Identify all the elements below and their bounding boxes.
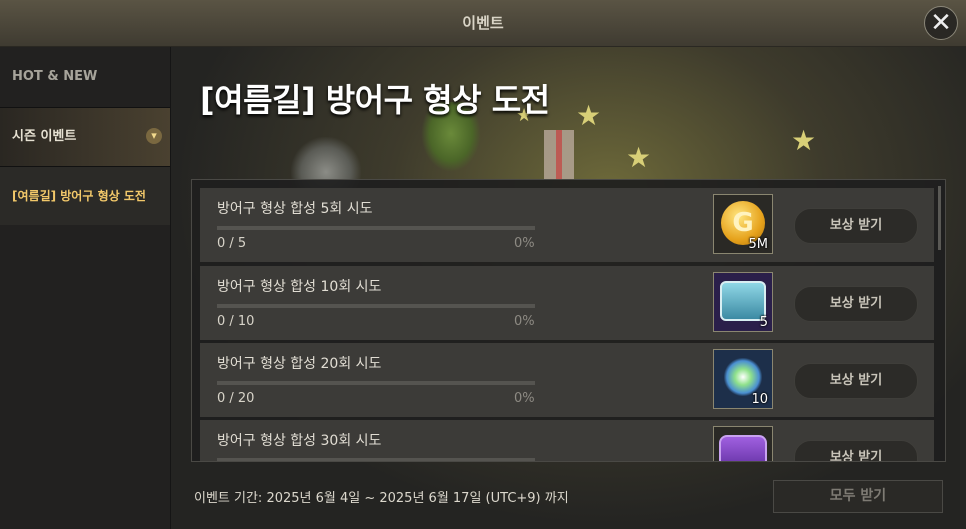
sidebar-item-hot-new[interactable]: HOT & NEW <box>0 47 170 108</box>
mission-name: 방어구 형상 합성 5회 시도 <box>217 201 373 217</box>
sidebar: HOT & NEW 시즌 이벤트 ▾ [여름길] 방어구 형상 도전 <box>0 47 171 529</box>
scrollbar[interactable] <box>938 186 941 250</box>
reward-quantity: 10 <box>751 392 768 407</box>
mission-row: 방어구 형상 합성 10회 시도 0 / 10 0% 5 보상 받기 <box>200 266 934 340</box>
mission-row: 방어구 형상 합성 30회 시도 보상 받기 <box>200 420 934 461</box>
sidebar-item-season-event[interactable]: 시즌 이벤트 ▾ <box>0 108 170 167</box>
event-panel: ★ ★ ★ ★ [여름길] 방어구 형상 도전 방어구 형상 합성 5회 시도 … <box>171 47 966 529</box>
banner-gift <box>544 130 574 180</box>
claim-reward-button[interactable]: 보상 받기 <box>794 363 918 399</box>
progress-bar <box>217 304 535 308</box>
progress-bar <box>217 458 535 461</box>
progress-percent: 0% <box>514 391 535 406</box>
claim-reward-button[interactable]: 보상 받기 <box>794 286 918 322</box>
event-period: 이벤트 기간: 2025년 6월 4일 ~ 2025년 6월 17일 (UTC+… <box>194 491 569 506</box>
star-icon: ★ <box>576 99 602 132</box>
mission-name: 방어구 형상 합성 30회 시도 <box>217 433 382 449</box>
event-title: [여름길] 방어구 형상 도전 <box>200 81 550 119</box>
reward-quantity: 5M <box>748 237 769 252</box>
sidebar-item-label: 시즌 이벤트 <box>12 129 77 144</box>
close-icon[interactable]: ✕ <box>924 6 958 40</box>
mission-row: 방어구 형상 합성 20회 시도 0 / 20 0% 10 보상 받기 <box>200 343 934 417</box>
claim-all-button[interactable]: 모두 받기 <box>773 480 943 513</box>
progress-count: 0 / 10 <box>217 314 255 329</box>
progress-percent: 0% <box>514 314 535 329</box>
chevron-down-icon: ▾ <box>146 128 162 144</box>
mission-name: 방어구 형상 합성 20회 시도 <box>217 356 382 372</box>
gem-cluster-icon <box>724 358 762 396</box>
star-icon: ★ <box>791 124 817 157</box>
purple-chest-icon <box>719 435 767 461</box>
claim-reward-button[interactable]: 보상 받기 <box>794 440 918 461</box>
sidebar-subitem-armor-challenge[interactable]: [여름길] 방어구 형상 도전 <box>0 167 170 225</box>
progress-bar <box>217 226 535 230</box>
mission-row: 방어구 형상 합성 5회 시도 0 / 5 0% G 5M 보상 받기 <box>200 188 934 262</box>
window-title: 이벤트 <box>462 14 504 32</box>
mission-list[interactable]: 방어구 형상 합성 5회 시도 0 / 5 0% G 5M 보상 받기 방어구 … <box>191 179 946 462</box>
reward-slot[interactable]: 5 <box>713 272 773 332</box>
reward-quantity: 5 <box>759 315 768 330</box>
progress-count: 0 / 5 <box>217 236 247 251</box>
reward-slot[interactable] <box>713 426 773 461</box>
star-icon: ★ <box>626 141 652 174</box>
mission-name: 방어구 형상 합성 10회 시도 <box>217 279 382 295</box>
title-bar: 이벤트 ✕ <box>0 0 966 47</box>
reward-slot[interactable]: G 5M <box>713 194 773 254</box>
progress-percent: 0% <box>514 236 535 251</box>
progress-count: 0 / 20 <box>217 391 255 406</box>
claim-reward-button[interactable]: 보상 받기 <box>794 208 918 244</box>
progress-bar <box>217 381 535 385</box>
reward-slot[interactable]: 10 <box>713 349 773 409</box>
